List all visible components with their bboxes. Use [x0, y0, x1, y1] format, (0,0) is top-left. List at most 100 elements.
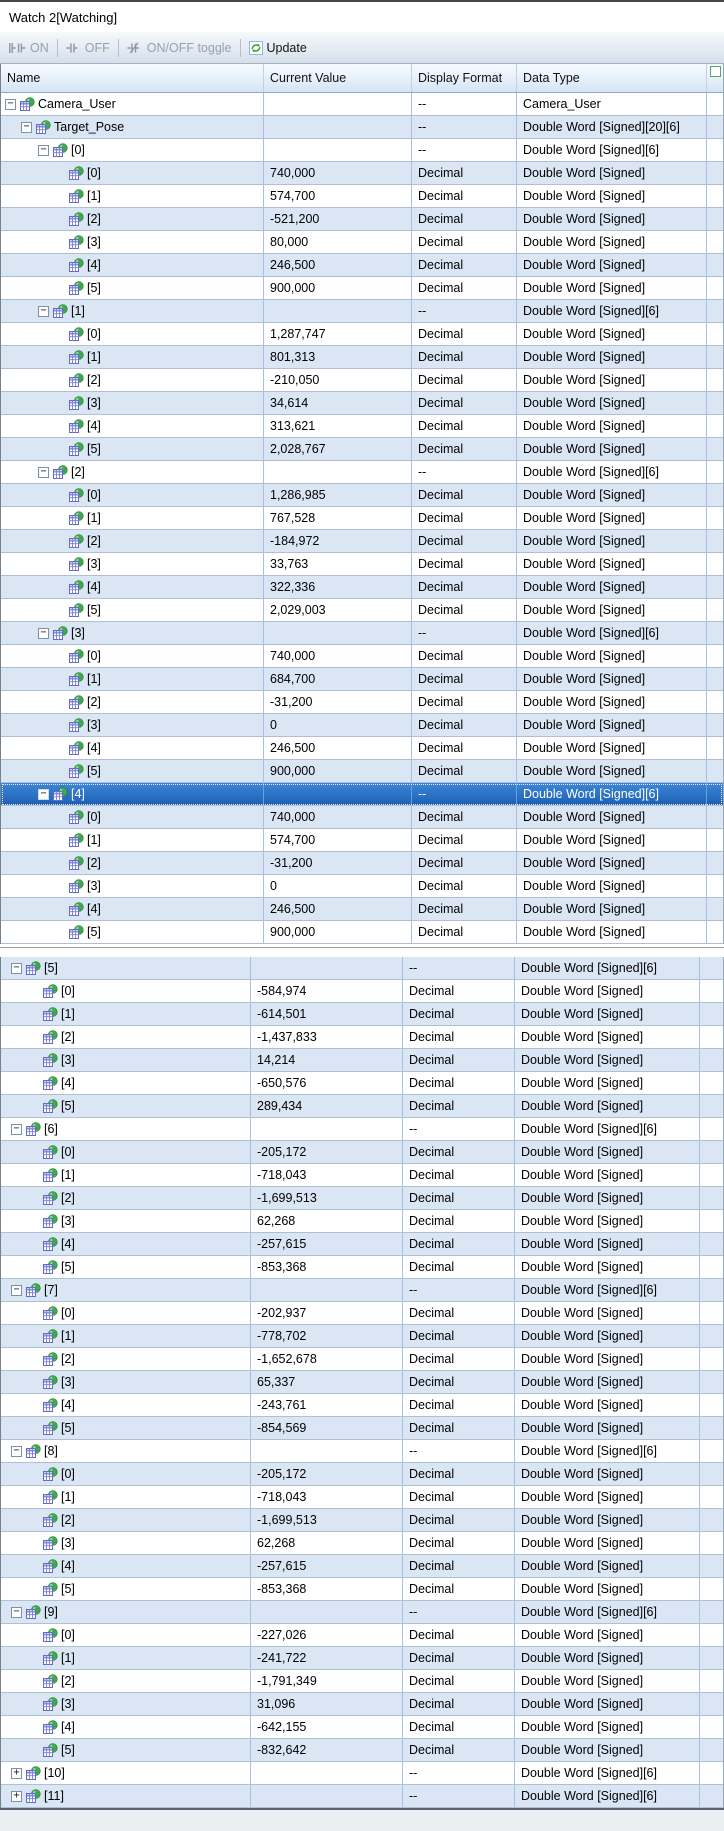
table-row[interactable]: + [11] -- Double Word [Signed][6]	[1, 1785, 723, 1808]
table-row[interactable]: − [9] -- Double Word [Signed][6]	[1, 1601, 723, 1624]
expand-toggle-icon[interactable]: −	[38, 305, 49, 317]
table-row[interactable]: [5] -853,368 Decimal Double Word [Signed…	[1, 1578, 723, 1601]
table-row[interactable]: [4] -243,761 Decimal Double Word [Signed…	[1, 1394, 723, 1417]
table-row[interactable]: [0] 740,000 Decimal Double Word [Signed]	[1, 645, 723, 668]
table-row[interactable]: − Target_Pose -- Double Word [Signed][20…	[1, 116, 723, 139]
table-row[interactable]: [4] 322,336 Decimal Double Word [Signed]	[1, 576, 723, 599]
table-row[interactable]: [5] 2,028,767 Decimal Double Word [Signe…	[1, 438, 723, 461]
off-button[interactable]: OFF	[61, 36, 115, 60]
table-row[interactable]: + [10] -- Double Word [Signed][6]	[1, 1762, 723, 1785]
table-row[interactable]: [3] 62,268 Decimal Double Word [Signed]	[1, 1210, 723, 1233]
table-row[interactable]: [1] 574,700 Decimal Double Word [Signed]	[1, 829, 723, 852]
table-row[interactable]: [5] -853,368 Decimal Double Word [Signed…	[1, 1256, 723, 1279]
table-row[interactable]: [0] 740,000 Decimal Double Word [Signed]	[1, 806, 723, 829]
table-row[interactable]: [1] -241,722 Decimal Double Word [Signed…	[1, 1647, 723, 1670]
expand-toggle-icon[interactable]: −	[11, 1284, 22, 1296]
expand-toggle-icon[interactable]: −	[5, 98, 16, 110]
table-row[interactable]: [0] -584,974 Decimal Double Word [Signed…	[1, 980, 723, 1003]
expand-toggle-icon[interactable]: −	[11, 1445, 22, 1457]
table-row[interactable]: [1] 574,700 Decimal Double Word [Signed]	[1, 185, 723, 208]
table-row[interactable]: [4] 246,500 Decimal Double Word [Signed]	[1, 898, 723, 921]
table-row[interactable]: [4] 313,621 Decimal Double Word [Signed]	[1, 415, 723, 438]
table-row[interactable]: [1] 684,700 Decimal Double Word [Signed]	[1, 668, 723, 691]
table-row[interactable]: [4] -650,576 Decimal Double Word [Signed…	[1, 1072, 723, 1095]
table-row[interactable]: [1] -614,501 Decimal Double Word [Signed…	[1, 1003, 723, 1026]
data-type: Double Word [Signed][6]	[517, 783, 707, 805]
expand-toggle-icon[interactable]: −	[38, 788, 49, 800]
table-row[interactable]: [2] -31,200 Decimal Double Word [Signed]	[1, 691, 723, 714]
table-row[interactable]: [2] -1,699,513 Decimal Double Word [Sign…	[1, 1187, 723, 1210]
expand-toggle-icon[interactable]: −	[38, 627, 49, 639]
table-row[interactable]: [4] 246,500 Decimal Double Word [Signed]	[1, 254, 723, 277]
table-row[interactable]: [1] 801,313 Decimal Double Word [Signed]	[1, 346, 723, 369]
table-row[interactable]: [3] 14,214 Decimal Double Word [Signed]	[1, 1049, 723, 1072]
column-header-display-format[interactable]: Display Format	[412, 64, 517, 92]
table-row[interactable]: [0] -202,937 Decimal Double Word [Signed…	[1, 1302, 723, 1325]
table-row[interactable]: [5] 900,000 Decimal Double Word [Signed]	[1, 760, 723, 783]
table-row[interactable]: [2] -210,050 Decimal Double Word [Signed…	[1, 369, 723, 392]
table-row[interactable]: [2] -1,791,349 Decimal Double Word [Sign…	[1, 1670, 723, 1693]
table-row[interactable]: [2] -521,200 Decimal Double Word [Signed…	[1, 208, 723, 231]
table-row[interactable]: [1] -778,702 Decimal Double Word [Signed…	[1, 1325, 723, 1348]
table-row[interactable]: [2] -1,652,678 Decimal Double Word [Sign…	[1, 1348, 723, 1371]
table-row[interactable]: [0] 1,286,985 Decimal Double Word [Signe…	[1, 484, 723, 507]
expand-toggle-icon[interactable]: −	[21, 121, 32, 133]
expand-toggle-icon[interactable]: −	[11, 1606, 22, 1618]
table-row[interactable]: − [6] -- Double Word [Signed][6]	[1, 1118, 723, 1141]
table-row[interactable]: [5] 900,000 Decimal Double Word [Signed]	[1, 277, 723, 300]
table-row[interactable]: − [7] -- Double Word [Signed][6]	[1, 1279, 723, 1302]
table-row[interactable]: [0] 1,287,747 Decimal Double Word [Signe…	[1, 323, 723, 346]
expand-toggle-icon[interactable]: −	[11, 1123, 22, 1135]
expand-toggle-icon[interactable]: −	[38, 466, 49, 478]
table-row[interactable]: − Camera_User -- Camera_User	[1, 93, 723, 116]
column-header-current-value[interactable]: Current Value	[264, 64, 412, 92]
table-row[interactable]: − [2] -- Double Word [Signed][6]	[1, 461, 723, 484]
table-row[interactable]: [2] -1,699,513 Decimal Double Word [Sign…	[1, 1509, 723, 1532]
expand-toggle-icon[interactable]: +	[11, 1767, 22, 1779]
table-row[interactable]: [0] -205,172 Decimal Double Word [Signed…	[1, 1141, 723, 1164]
table-row[interactable]: − [0] -- Double Word [Signed][6]	[1, 139, 723, 162]
expand-toggle-icon[interactable]: −	[11, 962, 22, 974]
table-row[interactable]: [3] 34,614 Decimal Double Word [Signed]	[1, 392, 723, 415]
data-type: Double Word [Signed]	[515, 1509, 700, 1531]
expand-toggle-icon[interactable]: +	[11, 1790, 22, 1802]
table-row[interactable]: − [3] -- Double Word [Signed][6]	[1, 622, 723, 645]
table-row[interactable]: [3] 31,096 Decimal Double Word [Signed]	[1, 1693, 723, 1716]
table-row[interactable]: − [4] -- Double Word [Signed][6]	[1, 783, 723, 806]
table-row[interactable]: [5] 2,029,003 Decimal Double Word [Signe…	[1, 599, 723, 622]
table-row[interactable]: [4] -257,615 Decimal Double Word [Signed…	[1, 1555, 723, 1578]
table-row[interactable]: [5] 900,000 Decimal Double Word [Signed]	[1, 921, 723, 944]
table-row[interactable]: [0] 740,000 Decimal Double Word [Signed]	[1, 162, 723, 185]
on-button[interactable]: ON	[4, 36, 54, 60]
table-row[interactable]: [5] -832,642 Decimal Double Word [Signed…	[1, 1739, 723, 1762]
table-row[interactable]: − [8] -- Double Word [Signed][6]	[1, 1440, 723, 1463]
pane-splitter[interactable]	[0, 944, 724, 957]
table-row[interactable]: [5] 289,434 Decimal Double Word [Signed]	[1, 1095, 723, 1118]
table-row[interactable]: [1] -718,043 Decimal Double Word [Signed…	[1, 1486, 723, 1509]
row-gutter	[700, 1003, 723, 1025]
table-row[interactable]: [3] 33,763 Decimal Double Word [Signed]	[1, 553, 723, 576]
table-row[interactable]: [3] 0 Decimal Double Word [Signed]	[1, 714, 723, 737]
table-row[interactable]: − [5] -- Double Word [Signed][6]	[1, 957, 723, 980]
update-button[interactable]: Update	[244, 36, 312, 60]
table-row[interactable]: [3] 62,268 Decimal Double Word [Signed]	[1, 1532, 723, 1555]
table-row[interactable]: [1] 767,528 Decimal Double Word [Signed]	[1, 507, 723, 530]
table-row[interactable]: [3] 0 Decimal Double Word [Signed]	[1, 875, 723, 898]
table-row[interactable]: − [1] -- Double Word [Signed][6]	[1, 300, 723, 323]
table-row[interactable]: [0] -205,172 Decimal Double Word [Signed…	[1, 1463, 723, 1486]
table-row[interactable]: [2] -31,200 Decimal Double Word [Signed]	[1, 852, 723, 875]
column-header-data-type[interactable]: Data Type	[517, 64, 707, 92]
expand-toggle-icon[interactable]: −	[38, 144, 49, 156]
column-header-name[interactable]: Name	[1, 64, 264, 92]
table-row[interactable]: [4] -257,615 Decimal Double Word [Signed…	[1, 1233, 723, 1256]
on-off-toggle-button[interactable]: ON/OFF toggle	[122, 36, 237, 60]
table-row[interactable]: [4] 246,500 Decimal Double Word [Signed]	[1, 737, 723, 760]
table-row[interactable]: [0] -227,026 Decimal Double Word [Signed…	[1, 1624, 723, 1647]
table-row[interactable]: [1] -718,043 Decimal Double Word [Signed…	[1, 1164, 723, 1187]
table-row[interactable]: [5] -854,569 Decimal Double Word [Signed…	[1, 1417, 723, 1440]
table-row[interactable]: [3] 65,337 Decimal Double Word [Signed]	[1, 1371, 723, 1394]
table-row[interactable]: [2] -184,972 Decimal Double Word [Signed…	[1, 530, 723, 553]
table-row[interactable]: [3] 80,000 Decimal Double Word [Signed]	[1, 231, 723, 254]
table-row[interactable]: [4] -642,155 Decimal Double Word [Signed…	[1, 1716, 723, 1739]
table-row[interactable]: [2] -1,437,833 Decimal Double Word [Sign…	[1, 1026, 723, 1049]
